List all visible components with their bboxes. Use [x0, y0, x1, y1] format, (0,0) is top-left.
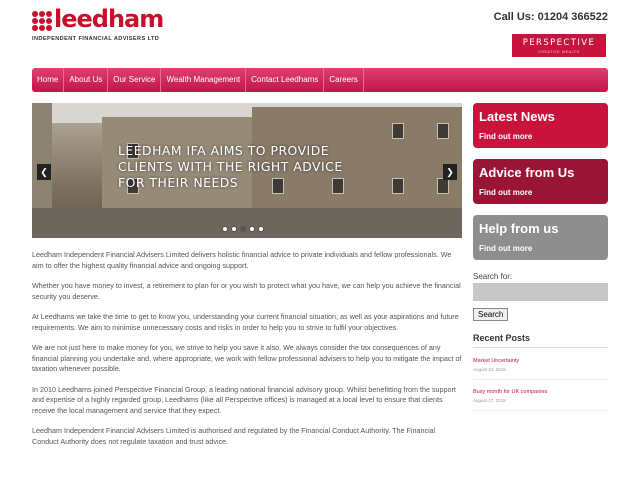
nav-contact-leedhams[interactable]: Contact Leedhams [246, 68, 325, 92]
slide-road [32, 208, 462, 238]
content-paragraph: Whether you have money to invest, a reti… [32, 281, 461, 301]
latest-news-box[interactable]: Latest News Find out more [473, 103, 608, 148]
main-nav: Home About Us Our Service Wealth Managem… [32, 68, 608, 92]
search-label: Search for: [473, 272, 513, 281]
logo-dots-icon [32, 11, 52, 31]
perspective-logo[interactable]: PERSPECTIVE CREATIVE WEALTH [512, 34, 606, 57]
nav-our-service[interactable]: Our Service [108, 68, 162, 92]
perspective-subtitle: CREATIVE WEALTH [538, 50, 580, 54]
box-title: Help from us [479, 221, 559, 236]
search-input[interactable] [473, 283, 608, 301]
slider-dot[interactable] [231, 226, 237, 232]
slider-dot[interactable] [258, 226, 264, 232]
content-paragraph: At Leedhams we take the time to get to k… [32, 312, 459, 332]
divider [473, 379, 608, 380]
slide-caption: Leedham IFA aims to provide clients with… [118, 143, 343, 190]
content-paragraph: Leedham Independent Financial Advisers L… [32, 426, 436, 446]
recent-posts-heading: Recent Posts [473, 333, 531, 343]
find-out-more-link[interactable]: Find out more [479, 244, 532, 253]
slider-next-arrow-icon[interactable]: ❯ [443, 164, 457, 180]
content-paragraph: Leedham Independent Financial Advisers L… [32, 250, 452, 270]
perspective-name: PERSPECTIVE [522, 38, 596, 48]
logo-tagline: INDEPENDENT FINANCIAL ADVISERS LTD [32, 36, 160, 42]
logo-wordmark: leedham [54, 5, 164, 33]
box-title: Advice from Us [479, 165, 575, 180]
advice-from-us-box[interactable]: Advice from Us Find out more [473, 159, 608, 204]
slider-dot[interactable] [222, 226, 228, 232]
main-content: Leedham Independent Financial Advisers L… [32, 250, 462, 457]
find-out-more-link[interactable]: Find out more [479, 188, 532, 197]
search-button[interactable]: Search [473, 308, 509, 321]
hero-slider: Leedham IFA aims to provide clients with… [32, 103, 462, 238]
slide-window [437, 178, 449, 194]
find-out-more-link[interactable]: Find out more [479, 132, 532, 141]
slide-window [392, 123, 404, 139]
content-paragraph: We are not just here to make money for y… [32, 343, 462, 373]
recent-post-item: Busy month for UK companies August 17, 2… [473, 389, 608, 411]
slide-window [437, 123, 449, 139]
call-us-phone: Call Us: 01204 366522 [493, 11, 608, 23]
slider-pagination [222, 226, 264, 232]
box-title: Latest News [479, 109, 555, 124]
recent-post-link[interactable]: Market Uncertainty [473, 358, 608, 364]
leedham-logo[interactable]: leedham INDEPENDENT FINANCIAL ADVISERS L… [32, 5, 172, 44]
slider-prev-arrow-icon[interactable]: ❮ [37, 164, 51, 180]
slide-window [392, 178, 404, 194]
nav-home[interactable]: Home [32, 68, 65, 92]
divider [473, 410, 608, 411]
nav-careers[interactable]: Careers [324, 68, 364, 92]
help-from-us-box[interactable]: Help from us Find out more [473, 215, 608, 260]
nav-about-us[interactable]: About Us [64, 68, 109, 92]
slider-dot[interactable] [240, 226, 246, 232]
recent-post-link[interactable]: Busy month for UK companies [473, 389, 608, 395]
recent-post-date: August 24, 2015 [473, 367, 506, 372]
slider-dot[interactable] [249, 226, 255, 232]
content-paragraph: In 2010 Leedhams joined Perspective Fina… [32, 384, 456, 415]
recent-post-item: Market Uncertainty August 24, 2015 [473, 358, 608, 380]
divider [473, 347, 608, 348]
nav-wealth-management[interactable]: Wealth Management [161, 68, 247, 92]
recent-post-date: August 17, 2015 [473, 398, 506, 403]
